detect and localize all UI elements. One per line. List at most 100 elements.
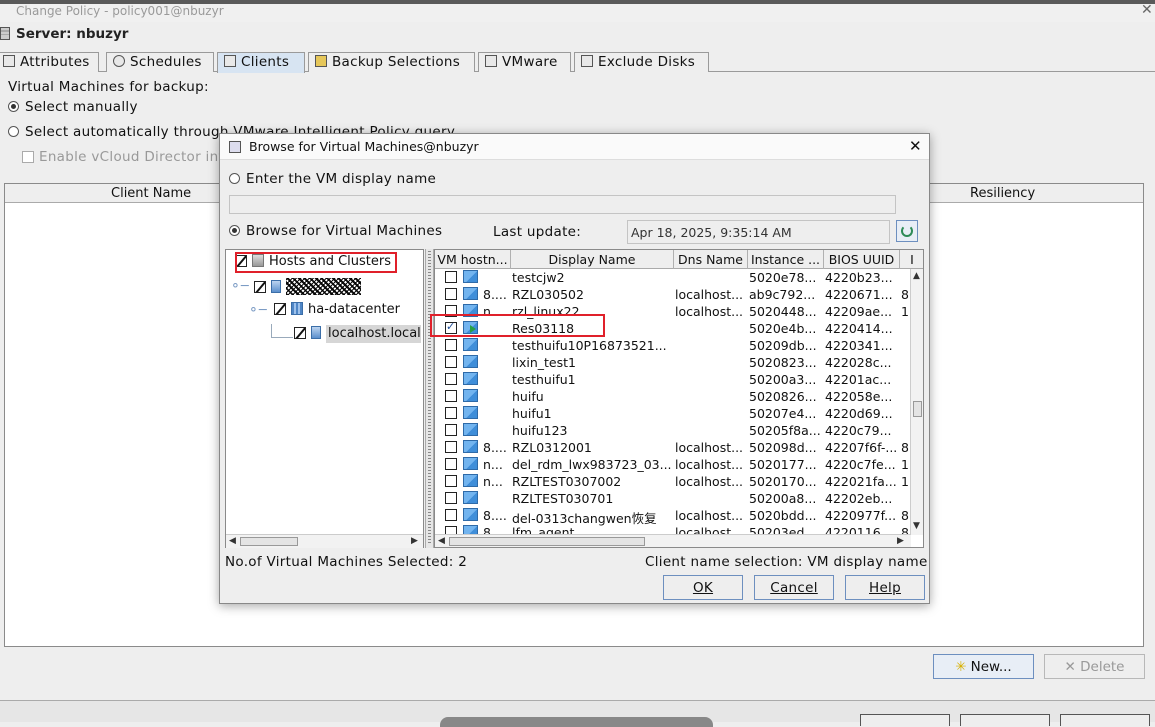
col-instance[interactable]: Instance ... xyxy=(748,250,824,269)
tree-connector: ⚬─ xyxy=(248,303,267,318)
vm-checkbox[interactable] xyxy=(445,339,457,351)
tree-checkbox[interactable] xyxy=(254,281,266,293)
vm-display-name-input[interactable] xyxy=(229,195,896,214)
scroll-up-icon[interactable]: ▲ xyxy=(913,271,920,281)
vm-checkbox[interactable] xyxy=(445,407,457,419)
vm-icon xyxy=(463,406,478,419)
browse-vm-radio[interactable]: Browse for Virtual Machines xyxy=(229,223,442,239)
vm-cell-dns: localhost... xyxy=(675,440,744,455)
refresh-button[interactable] xyxy=(896,220,918,242)
vm-row[interactable]: testcjw2 5020e78... 4220b23... xyxy=(435,269,911,286)
vm-hscrollbar[interactable]: ◀ ▶ xyxy=(435,534,911,547)
highlight-box xyxy=(235,252,397,273)
host-tree[interactable]: Hosts and Clusters ⚬─ ⚬─ ha-datacenter l… xyxy=(225,249,424,548)
tab-bar: Attributes Schedules Clients Backup Sele… xyxy=(0,52,1155,73)
ok-button[interactable]: OK xyxy=(663,575,743,600)
vm-row[interactable]: n... del_rdm_lwx983723_03... localhost... 5… xyxy=(435,456,911,473)
col-dns-name[interactable]: Dns Name xyxy=(674,250,748,269)
new-button[interactable]: ✳ New... xyxy=(933,654,1034,679)
pane-splitter[interactable] xyxy=(425,249,434,548)
vm-vscrollbar[interactable]: ▲ ▼ xyxy=(910,269,923,535)
scroll-right-icon[interactable]: ▶ xyxy=(411,536,418,546)
vm-checkbox[interactable] xyxy=(445,373,457,385)
cancel-button-partial[interactable] xyxy=(960,714,1050,726)
tree-hscrollbar[interactable]: ◀ ▶ xyxy=(226,534,423,548)
close-icon[interactable]: ✕ xyxy=(1141,2,1153,18)
col-extra[interactable]: I xyxy=(900,250,923,269)
col-client-name[interactable]: Client Name xyxy=(111,186,191,201)
scroll-left-icon[interactable]: ◀ xyxy=(229,536,236,546)
scroll-thumb[interactable] xyxy=(240,537,298,546)
vm-row[interactable]: testhuifu1 50200a3... 42201ac... xyxy=(435,371,911,388)
vm-checkbox[interactable] xyxy=(445,271,457,283)
vm-table[interactable]: VM hostn... Display Name Dns Name Instan… xyxy=(434,249,924,548)
vm-cell-bios: 4220341... xyxy=(825,338,893,353)
vm-row[interactable]: n... RZLTEST0307002 localhost... 5020170...… xyxy=(435,473,911,490)
col-display-name[interactable]: Display Name xyxy=(511,250,674,269)
col-resiliency[interactable]: Resiliency xyxy=(970,186,1035,201)
tab-backup-selections[interactable]: Backup Selections xyxy=(308,52,475,72)
vm-row[interactable]: 8.... RZL030502 localhost... ab9c792... 4220… xyxy=(435,286,911,303)
dialog-shadow xyxy=(440,717,713,727)
vm-row[interactable]: testhuifu10P16873521... 50209db... 4220341… xyxy=(435,337,911,354)
scroll-left-icon[interactable]: ◀ xyxy=(438,536,445,546)
tab-clients[interactable]: Clients xyxy=(217,52,305,73)
tree-node-host[interactable]: localhost.local xyxy=(294,325,421,344)
delete-x-icon: ✕ xyxy=(1064,659,1081,675)
vm-checkbox[interactable] xyxy=(445,475,457,487)
vm-checkbox[interactable] xyxy=(445,509,457,521)
tree-node-vcenter[interactable] xyxy=(254,278,361,296)
delete-button[interactable]: ✕ Delete xyxy=(1044,654,1145,679)
col-vm-hostname[interactable]: VM hostn... xyxy=(435,250,511,269)
vm-row[interactable]: huifu1 50207e4... 4220d69... xyxy=(435,405,911,422)
vm-cell-instance: 502098d... xyxy=(749,440,817,455)
help-button-partial[interactable] xyxy=(1060,714,1150,726)
vm-row[interactable]: 8.... RZL0312001 localhost... 502098d... 422… xyxy=(435,439,911,456)
vm-cell-instance: 5020bdd... xyxy=(749,508,817,523)
vm-row[interactable]: huifu123 50205f8a... 4220c79... xyxy=(435,422,911,439)
tree-checkbox[interactable] xyxy=(274,303,286,315)
vm-cell-hostname: 8.... xyxy=(483,287,507,302)
vm-cell-bios: 4220d69... xyxy=(825,406,893,421)
tree-checkbox[interactable] xyxy=(294,327,306,339)
scroll-right-icon[interactable]: ▶ xyxy=(897,536,904,546)
ok-button-partial[interactable] xyxy=(860,714,950,726)
tab-exclude-disks[interactable]: Exclude Disks xyxy=(574,52,709,72)
browse-vm-dialog: Browse for Virtual Machines@nbuzyr ✕ Ent… xyxy=(219,133,930,604)
vm-checkbox[interactable] xyxy=(445,424,457,436)
col-bios-uuid[interactable]: BIOS UUID xyxy=(824,250,900,269)
vm-cell-instance: 5020823... xyxy=(749,355,817,370)
enter-vm-radio[interactable]: Enter the VM display name xyxy=(229,171,436,187)
vm-row[interactable]: huifu 5020826... 422058e... xyxy=(435,388,911,405)
vm-cell-hostname: n... xyxy=(483,474,503,489)
vm-checkbox[interactable] xyxy=(445,441,457,453)
vm-row[interactable]: lixin_test1 5020823... 422028c... xyxy=(435,354,911,371)
cancel-button[interactable]: Cancel xyxy=(754,575,834,600)
tree-node-datacenter[interactable]: ha-datacenter xyxy=(274,302,400,320)
vm-cell-instance: 5020e4b... xyxy=(749,321,817,336)
vm-cell-bios: 42207f6f-... xyxy=(825,440,898,455)
vm-cell-instance: 5020170... xyxy=(749,474,817,489)
tab-vmware[interactable]: VMware xyxy=(478,52,571,72)
vm-row[interactable]: 8.... del-0313changwen恢复 localhost... 5020b… xyxy=(435,507,911,526)
vm-icon xyxy=(463,457,478,470)
last-update-label: Last update: xyxy=(493,224,582,240)
vm-row[interactable]: RZLTEST030701 50200a8... 42202eb... xyxy=(435,490,911,507)
scroll-thumb[interactable] xyxy=(449,537,645,546)
scroll-down-icon[interactable]: ▼ xyxy=(913,521,920,531)
vm-cell-instance: 50209db... xyxy=(749,338,817,353)
vm-checkbox[interactable] xyxy=(445,390,457,402)
select-manually-radio[interactable]: Select manually xyxy=(8,99,138,115)
vm-checkbox[interactable] xyxy=(445,458,457,470)
tab-attributes[interactable]: Attributes xyxy=(0,52,99,72)
vm-cell-display: RZLTEST0307002 xyxy=(512,474,622,489)
vm-checkbox[interactable] xyxy=(445,356,457,368)
help-button[interactable]: Help xyxy=(845,575,925,600)
vm-cell-instance: 50205f8a... xyxy=(749,423,821,438)
vm-icon xyxy=(463,270,478,283)
scroll-thumb[interactable] xyxy=(913,401,922,417)
dialog-close-icon[interactable]: ✕ xyxy=(909,137,922,155)
vm-checkbox[interactable] xyxy=(445,288,457,300)
tab-schedules[interactable]: Schedules xyxy=(106,52,214,72)
vm-checkbox[interactable] xyxy=(445,492,457,504)
